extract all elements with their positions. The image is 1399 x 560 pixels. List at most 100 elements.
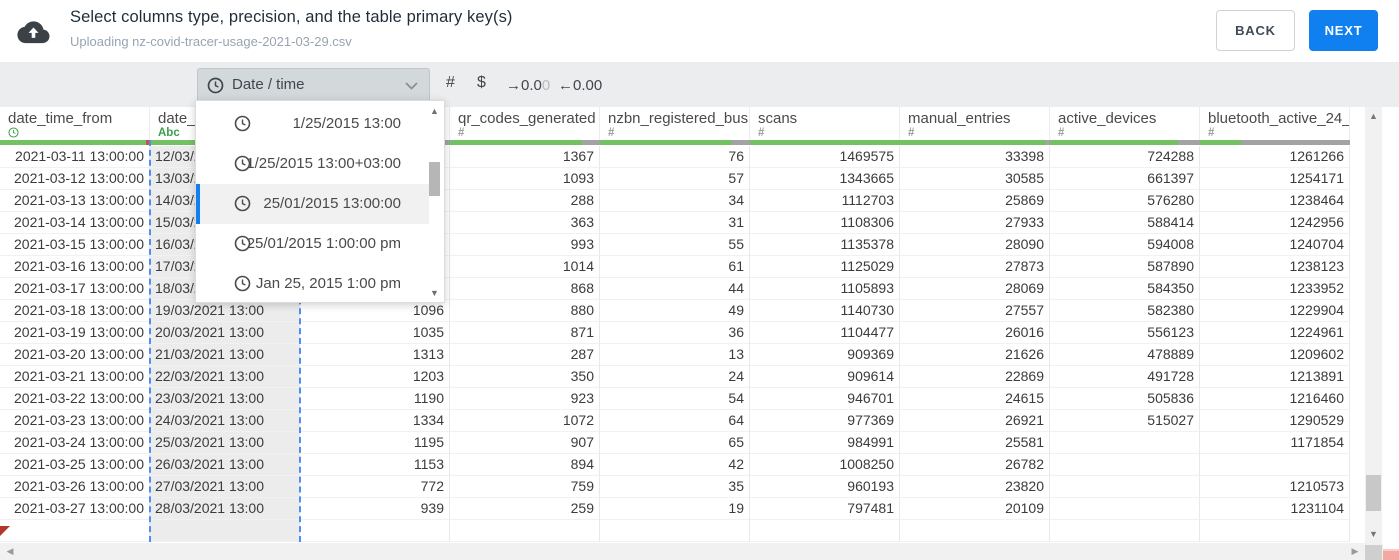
table-cell[interactable]: 724288 bbox=[1050, 146, 1200, 168]
table-cell[interactable]: 2021-03-25 13:00:00 bbox=[0, 454, 150, 476]
table-cell[interactable] bbox=[1050, 498, 1200, 520]
table-cell[interactable]: 2021-03-23 13:00:00 bbox=[0, 410, 150, 432]
table-cell[interactable]: 2021-03-17 13:00:00 bbox=[0, 278, 150, 300]
table-cell[interactable]: 27873 bbox=[900, 256, 1050, 278]
date-format-option[interactable]: 25/01/2015 13:00:00 bbox=[196, 184, 429, 224]
table-cell[interactable] bbox=[450, 520, 600, 542]
table-cell[interactable]: 2021-03-15 13:00:00 bbox=[0, 234, 150, 256]
table-cell[interactable]: 20109 bbox=[900, 498, 1050, 520]
table-cell[interactable]: 2021-03-18 13:00:00 bbox=[0, 300, 150, 322]
table-cell[interactable]: 31 bbox=[600, 212, 750, 234]
table-cell[interactable]: 2021-03-19 13:00:00 bbox=[0, 322, 150, 344]
table-cell[interactable]: 907 bbox=[450, 432, 600, 454]
table-cell[interactable]: 21/03/2021 13:00 bbox=[150, 344, 300, 366]
column-header[interactable]: scans # bbox=[750, 107, 900, 140]
table-cell[interactable] bbox=[1050, 454, 1200, 476]
table-cell[interactable]: 287 bbox=[450, 344, 600, 366]
table-cell[interactable]: 1072 bbox=[450, 410, 600, 432]
table-cell[interactable]: 1210573 bbox=[1200, 476, 1350, 498]
scroll-right-icon[interactable]: ▶ bbox=[1348, 545, 1362, 558]
table-cell[interactable]: 1035 bbox=[300, 322, 450, 344]
table-cell[interactable]: 1105893 bbox=[750, 278, 900, 300]
table-cell[interactable]: 478889 bbox=[1050, 344, 1200, 366]
table-cell[interactable]: 556123 bbox=[1050, 322, 1200, 344]
table-cell[interactable]: 24615 bbox=[900, 388, 1050, 410]
table-cell[interactable]: 1153 bbox=[300, 454, 450, 476]
table-cell[interactable]: 1334 bbox=[300, 410, 450, 432]
date-format-option[interactable]: Jan 25, 2015 1:00 pm bbox=[196, 264, 429, 304]
table-cell[interactable]: 880 bbox=[450, 300, 600, 322]
table-cell[interactable]: 582380 bbox=[1050, 300, 1200, 322]
table-cell[interactable]: 25/03/2021 13:00 bbox=[150, 432, 300, 454]
date-format-option[interactable]: 1/25/2015 13:00 bbox=[196, 104, 429, 144]
table-cell[interactable]: 1008250 bbox=[750, 454, 900, 476]
table-cell[interactable]: 25869 bbox=[900, 190, 1050, 212]
table-cell[interactable]: 1093 bbox=[450, 168, 600, 190]
table-cell[interactable]: 2021-03-21 13:00:00 bbox=[0, 366, 150, 388]
table-cell[interactable] bbox=[750, 520, 900, 542]
table-cell[interactable] bbox=[150, 520, 300, 542]
table-cell[interactable]: 34 bbox=[600, 190, 750, 212]
column-header[interactable]: manual_entries # bbox=[900, 107, 1050, 140]
menu-scroll-thumb[interactable] bbox=[429, 162, 440, 196]
table-cell[interactable]: 1213891 bbox=[1200, 366, 1350, 388]
table-cell[interactable]: 1216460 bbox=[1200, 388, 1350, 410]
table-cell[interactable]: 1240704 bbox=[1200, 234, 1350, 256]
table-cell[interactable]: 33398 bbox=[900, 146, 1050, 168]
table-cell[interactable]: 576280 bbox=[1050, 190, 1200, 212]
table-cell[interactable]: 21626 bbox=[900, 344, 1050, 366]
table-cell[interactable]: 1229904 bbox=[1200, 300, 1350, 322]
table-cell[interactable]: 772 bbox=[300, 476, 450, 498]
table-cell[interactable]: 363 bbox=[450, 212, 600, 234]
table-cell[interactable]: 23/03/2021 13:00 bbox=[150, 388, 300, 410]
table-cell[interactable]: 57 bbox=[600, 168, 750, 190]
table-cell[interactable]: 1135378 bbox=[750, 234, 900, 256]
table-cell[interactable]: 661397 bbox=[1050, 168, 1200, 190]
date-format-option[interactable]: 25/01/2015 1:00:00 pm bbox=[196, 224, 429, 264]
table-cell[interactable]: 1290529 bbox=[1200, 410, 1350, 432]
table-cell[interactable]: 64 bbox=[600, 410, 750, 432]
table-cell[interactable]: 1469575 bbox=[750, 146, 900, 168]
table-cell[interactable]: 26016 bbox=[900, 322, 1050, 344]
column-header[interactable]: active_devices # bbox=[1050, 107, 1200, 140]
table-cell[interactable]: 350 bbox=[450, 366, 600, 388]
table-cell[interactable]: 868 bbox=[450, 278, 600, 300]
table-cell[interactable]: 984991 bbox=[750, 432, 900, 454]
table-cell[interactable] bbox=[900, 520, 1050, 542]
table-cell[interactable]: 288 bbox=[450, 190, 600, 212]
table-cell[interactable]: 26782 bbox=[900, 454, 1050, 476]
table-cell[interactable]: 27/03/2021 13:00 bbox=[150, 476, 300, 498]
back-button[interactable]: BACK bbox=[1216, 10, 1295, 51]
menu-scrollbar[interactable]: ▲ ▼ bbox=[427, 104, 442, 300]
column-header[interactable]: nzbn_registered_busine# bbox=[600, 107, 750, 140]
decimal-decrease-button[interactable]: ←0.00 bbox=[558, 77, 602, 94]
table-cell[interactable]: 960193 bbox=[750, 476, 900, 498]
type-select-dropdown[interactable]: Date / time bbox=[197, 68, 430, 102]
table-cell[interactable]: 1343665 bbox=[750, 168, 900, 190]
table-cell[interactable]: 1254171 bbox=[1200, 168, 1350, 190]
number-type-button[interactable]: # bbox=[446, 74, 455, 92]
table-cell[interactable]: 61 bbox=[600, 256, 750, 278]
table-cell[interactable]: 1231104 bbox=[1200, 498, 1350, 520]
table-cell[interactable]: 2021-03-11 13:00:00 bbox=[0, 146, 150, 168]
table-cell[interactable]: 26/03/2021 13:00 bbox=[150, 454, 300, 476]
table-cell[interactable]: 13 bbox=[600, 344, 750, 366]
table-cell[interactable]: 49 bbox=[600, 300, 750, 322]
table-cell[interactable]: 24 bbox=[600, 366, 750, 388]
table-cell[interactable]: 1140730 bbox=[750, 300, 900, 322]
table-cell[interactable]: 25581 bbox=[900, 432, 1050, 454]
table-cell[interactable]: 946701 bbox=[750, 388, 900, 410]
horizontal-scroll-thumb[interactable] bbox=[1383, 549, 1399, 560]
table-cell[interactable]: 2021-03-13 13:00:00 bbox=[0, 190, 150, 212]
table-cell[interactable]: 1195 bbox=[300, 432, 450, 454]
table-cell[interactable]: 1108306 bbox=[750, 212, 900, 234]
table-cell[interactable]: 584350 bbox=[1050, 278, 1200, 300]
table-cell[interactable]: 1224961 bbox=[1200, 322, 1350, 344]
table-cell[interactable]: 2021-03-12 13:00:00 bbox=[0, 168, 150, 190]
column-header[interactable]: qr_codes_generated # bbox=[450, 107, 600, 140]
table-cell[interactable]: 22/03/2021 13:00 bbox=[150, 366, 300, 388]
table-cell[interactable]: 76 bbox=[600, 146, 750, 168]
table-cell[interactable] bbox=[0, 520, 150, 542]
table-cell[interactable]: 594008 bbox=[1050, 234, 1200, 256]
table-cell[interactable] bbox=[1050, 432, 1200, 454]
